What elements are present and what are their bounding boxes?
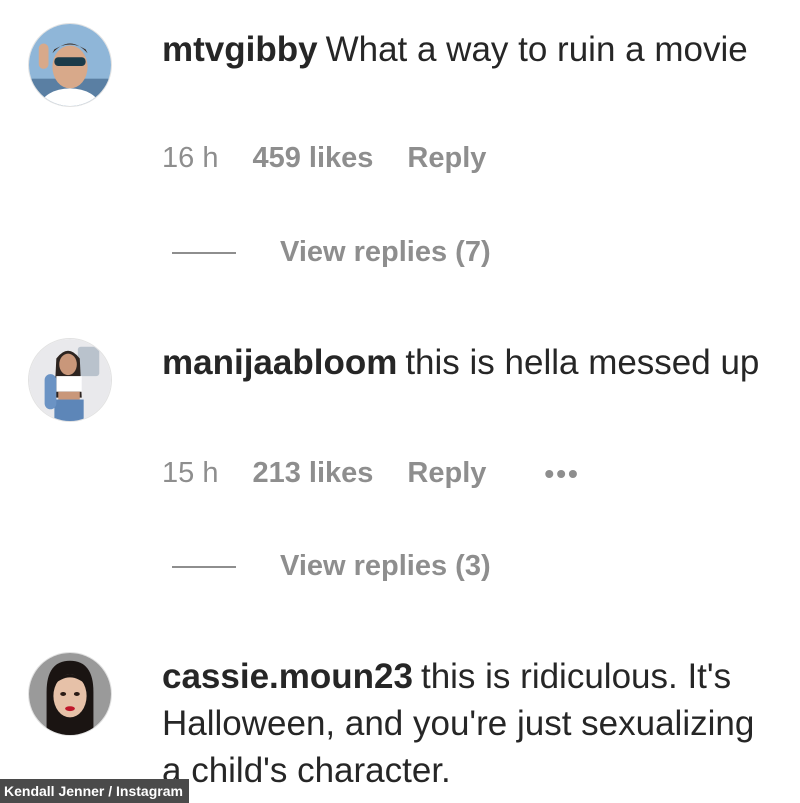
avatar-image	[29, 653, 111, 735]
comment-likes[interactable]: 459 likes	[252, 142, 373, 175]
comment-username[interactable]: mtvgibby	[162, 30, 318, 69]
comment-username[interactable]: manijaabloom	[162, 343, 397, 382]
view-replies-button[interactable]: View replies (7)	[172, 236, 491, 269]
avatar-image	[29, 24, 111, 106]
comment-time: 15 h	[162, 457, 219, 489]
view-replies-button[interactable]: View replies (3)	[172, 550, 491, 583]
photo-credit: Kendall Jenner / Instagram	[0, 779, 189, 803]
comment-text: this is hella messed up	[405, 343, 760, 382]
avatar[interactable]	[28, 338, 112, 422]
comment-meta: 16 h 459 likes Reply	[162, 142, 544, 175]
view-replies-label: View replies (3)	[280, 550, 491, 582]
replies-divider-line	[172, 251, 236, 254]
reply-button[interactable]: Reply	[407, 142, 486, 175]
comment-likes[interactable]: 213 likes	[252, 457, 373, 490]
avatar[interactable]	[28, 652, 112, 736]
more-horizontal-icon[interactable]: •••	[544, 458, 579, 490]
reply-button[interactable]: Reply	[407, 457, 486, 490]
comment-username[interactable]: cassie.moun23	[162, 657, 413, 696]
view-replies-label: View replies (7)	[280, 236, 491, 268]
avatar-image	[29, 339, 111, 421]
comment-text-block: manijaabloom this is hella messed up	[162, 339, 772, 386]
comment-text-block: cassie.moun23 this is ridiculous. It's Ha…	[162, 653, 772, 794]
comment-time: 16 h	[162, 142, 219, 174]
comment-text: What a way to ruin a movie	[325, 30, 748, 69]
avatar[interactable]	[28, 23, 112, 107]
replies-divider-line	[172, 565, 236, 568]
comment-text-block: mtvgibby What a way to ruin a movie	[162, 26, 772, 73]
comment-meta: 15 h 213 likes Reply •••	[162, 457, 580, 490]
